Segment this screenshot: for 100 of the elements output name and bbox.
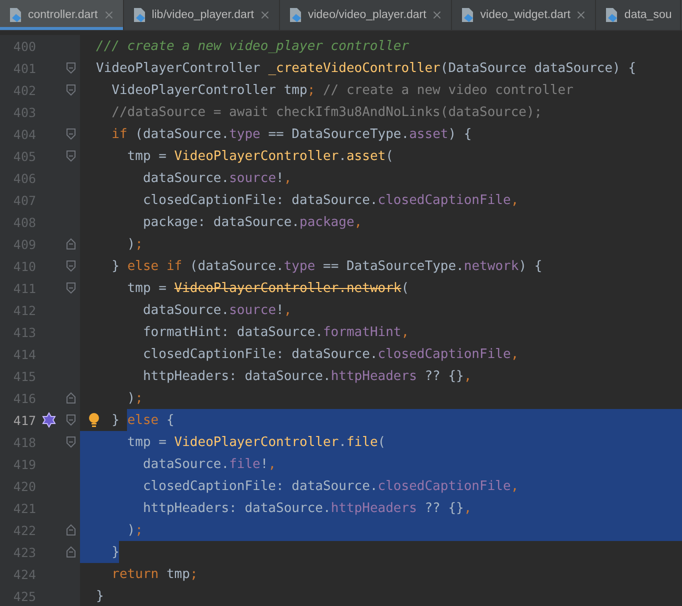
code-token: ( bbox=[378, 434, 386, 452]
code-token: package bbox=[300, 214, 354, 232]
code-token: ) bbox=[126, 522, 136, 540]
code-token: httpHeaders bbox=[330, 368, 417, 386]
code-token: VideoPlayerController tmp bbox=[110, 82, 308, 100]
code-token: tmp bbox=[165, 566, 190, 584]
fold-start-icon[interactable] bbox=[66, 150, 76, 162]
code-token: asset bbox=[346, 148, 386, 166]
code-token: closedCaptionFile bbox=[378, 192, 511, 210]
code-token: type bbox=[284, 258, 316, 276]
code-token: VideoPlayerController bbox=[174, 148, 339, 166]
code-token: , bbox=[464, 500, 472, 518]
code-token: network bbox=[464, 258, 519, 276]
code-token: ?? {} bbox=[424, 500, 464, 518]
code-token: closedCaptionFile: dataSource. bbox=[142, 478, 378, 496]
fold-start-icon[interactable] bbox=[66, 84, 76, 96]
fold-start-icon[interactable] bbox=[66, 436, 76, 448]
code-token: , bbox=[354, 214, 362, 232]
code-token: ) bbox=[126, 390, 136, 408]
editor-tab[interactable]: lib/video_player.dart bbox=[124, 0, 280, 30]
code-token: httpHeaders bbox=[330, 500, 417, 518]
star-marker-icon[interactable] bbox=[41, 412, 57, 428]
code-token: package: dataSource. bbox=[142, 214, 300, 232]
code-token: file bbox=[229, 456, 260, 474]
code-token: ) { bbox=[448, 126, 472, 144]
dart-file-icon bbox=[132, 7, 147, 23]
fold-end-icon[interactable] bbox=[66, 392, 76, 404]
code-token: dataSource. bbox=[142, 302, 230, 320]
code-token: ( bbox=[401, 280, 410, 298]
code-token: (dataSource. bbox=[188, 258, 284, 276]
code-token: ; bbox=[307, 82, 316, 100]
code-token: formatHint bbox=[322, 324, 402, 342]
code-token: ) bbox=[126, 236, 136, 254]
line-number: 417 bbox=[12, 412, 36, 428]
code-token: , bbox=[510, 478, 519, 496]
code-token: { bbox=[165, 412, 174, 430]
code-token: source bbox=[229, 170, 276, 188]
editor-tab[interactable]: controller.dart bbox=[0, 0, 124, 30]
code-token: } bbox=[110, 544, 120, 562]
code-token: closedCaptionFile: dataSource. bbox=[142, 346, 378, 364]
code-token: (DataSource dataSource) { bbox=[440, 60, 636, 78]
code-token: _createVideoController bbox=[268, 60, 440, 78]
dart-file-icon bbox=[461, 7, 476, 23]
code-token: } bbox=[110, 258, 120, 276]
code-token: ( bbox=[386, 148, 394, 166]
code-token: ?? {} bbox=[424, 368, 464, 386]
code-token: if bbox=[110, 126, 128, 144]
fold-start-icon[interactable] bbox=[66, 260, 76, 272]
code-token: tmp = bbox=[126, 280, 168, 298]
code-token: /// create a new video_player controller bbox=[96, 38, 410, 56]
code-token: (dataSource. bbox=[134, 126, 230, 144]
code-token: formatHint: dataSource. bbox=[142, 324, 323, 342]
code-token: ! bbox=[276, 302, 284, 320]
code-token: else if bbox=[127, 258, 182, 276]
code-token: ; bbox=[190, 566, 198, 584]
fold-start-icon[interactable] bbox=[66, 128, 76, 140]
code-token: } bbox=[96, 588, 104, 606]
close-icon[interactable] bbox=[102, 9, 115, 21]
code-token: httpHeaders: dataSource. bbox=[142, 500, 331, 518]
code-token: ) { bbox=[518, 258, 542, 276]
close-icon[interactable] bbox=[575, 9, 588, 21]
code-token: VideoPlayerController bbox=[174, 434, 339, 452]
code-token: VideoPlayerController bbox=[96, 60, 262, 78]
dart-file-icon bbox=[9, 7, 23, 23]
code-token: dataSource. bbox=[142, 170, 230, 188]
code-token: , bbox=[510, 346, 519, 364]
code-token: file bbox=[346, 434, 378, 452]
code-token: tmp = bbox=[126, 148, 168, 166]
code-token: . bbox=[338, 434, 346, 452]
code-token: else bbox=[127, 412, 159, 430]
code-token: VideoPlayerController.network bbox=[174, 280, 402, 298]
dart-file-icon bbox=[605, 7, 620, 23]
fold-end-icon[interactable] bbox=[66, 524, 76, 536]
fold-end-icon[interactable] bbox=[66, 546, 76, 558]
close-icon[interactable] bbox=[258, 9, 271, 21]
code-token: return bbox=[110, 566, 159, 584]
code-token: ; bbox=[135, 522, 143, 540]
code-token: type bbox=[229, 126, 260, 144]
fold-start-icon[interactable] bbox=[66, 62, 76, 74]
lightbulb-icon[interactable] bbox=[88, 412, 100, 428]
code-token: , bbox=[284, 170, 292, 188]
code-token: closedCaptionFile: dataSource. bbox=[142, 192, 378, 210]
code-token: ! bbox=[276, 170, 284, 188]
fold-start-icon[interactable] bbox=[66, 414, 76, 426]
close-icon[interactable] bbox=[431, 9, 444, 21]
fold-end-icon[interactable] bbox=[66, 238, 76, 250]
fold-start-icon[interactable] bbox=[66, 282, 76, 294]
code-token: source bbox=[229, 302, 276, 320]
code-token: } bbox=[110, 412, 120, 430]
code-token: , bbox=[464, 368, 472, 386]
code-token: == DataSourceType. bbox=[267, 126, 410, 144]
code-token: , bbox=[510, 192, 519, 210]
code-token: asset bbox=[409, 126, 448, 144]
code-token: . bbox=[338, 148, 346, 166]
code-token: ; bbox=[135, 390, 143, 408]
code-token: , bbox=[268, 456, 276, 474]
code-token: == DataSourceType. bbox=[322, 258, 464, 276]
code-token: ; bbox=[135, 236, 143, 254]
dart-file-icon bbox=[288, 7, 303, 23]
code-token: //dataSource = await checkIfm3u8AndNoLinks(dataSource); bbox=[110, 104, 542, 122]
